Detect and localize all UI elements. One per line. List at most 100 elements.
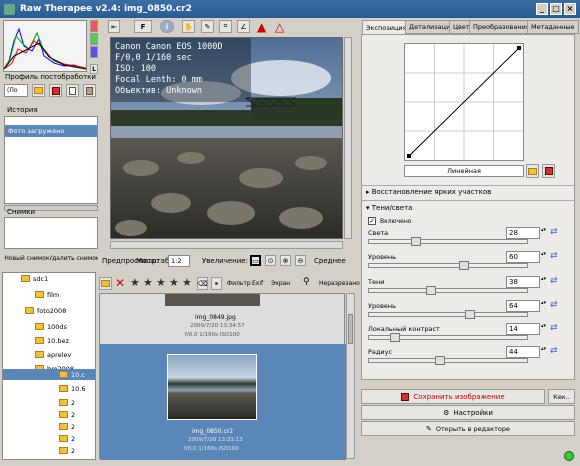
exif-filter-label[interactable]: Ехіf [252, 280, 263, 287]
adjustment-slider[interactable] [368, 261, 528, 270]
shadow-clipping-icon[interactable]: △ [275, 20, 284, 34]
tree-item[interactable]: 10.6 [59, 383, 85, 394]
adjustment-slider[interactable] [368, 310, 528, 319]
reset-icon[interactable]: ⇄ [550, 227, 558, 237]
maximize-button[interactable]: □ [550, 3, 562, 15]
history-item[interactable]: Фото загружено [5, 125, 97, 137]
tone-curve[interactable] [404, 43, 524, 161]
new-snapshot-button[interactable]: Новый снимок [4, 252, 50, 264]
tree-item[interactable]: foto2008 [25, 305, 66, 316]
tree-item[interactable]: 2 [59, 397, 75, 408]
reset-icon[interactable]: ⇄ [550, 276, 558, 286]
tree-item[interactable]: 100ds [35, 321, 67, 332]
undelete-label[interactable]: Неразрезано [319, 280, 360, 287]
snapshots-list[interactable] [4, 217, 98, 249]
star-filter-icon[interactable]: ★ [156, 276, 166, 289]
reset-icon[interactable]: ⇄ [550, 323, 558, 333]
thumbnail-scrollbar[interactable] [346, 293, 355, 459]
star-filter-icon[interactable]: ★ [169, 276, 179, 289]
profile-select[interactable]: (По [4, 84, 28, 97]
settings-button[interactable]: ⚙ Настройки [361, 405, 575, 420]
star-filter-icon[interactable]: ★ [130, 276, 140, 289]
adjustment-slider[interactable] [368, 286, 528, 295]
slider-value-input[interactable]: 14 [506, 323, 540, 335]
open-curve-button[interactable] [526, 164, 539, 178]
tab-transform[interactable]: Преобразования [469, 20, 534, 34]
histogram-green-toggle[interactable] [90, 33, 98, 45]
save-curve-button[interactable] [542, 164, 555, 178]
open-in-editor-button[interactable]: ✎ Открыть в редакторе [361, 421, 575, 436]
save-image-button[interactable]: Сохранить изображение [361, 389, 545, 404]
section-highlight-recovery[interactable]: ▸ Восстановление ярких участков [366, 188, 491, 196]
slider-value-input[interactable]: 28 [506, 227, 540, 239]
tree-item[interactable]: film [35, 289, 59, 300]
adjustment-slider[interactable] [368, 237, 528, 246]
slider-handle[interactable] [411, 237, 421, 246]
info-button[interactable]: i [160, 20, 174, 33]
histogram-blue-toggle[interactable] [90, 46, 98, 58]
white-balance-picker-icon[interactable]: ✎ [201, 20, 214, 33]
delete-icon[interactable]: ⌫ [197, 277, 208, 290]
queue-button[interactable]: Кек.. [548, 389, 575, 404]
full-toggle[interactable]: F [134, 20, 152, 33]
spin-arrows-icon[interactable]: ▴▾ [541, 227, 546, 233]
spin-arrows-icon[interactable]: ▴▾ [541, 276, 546, 282]
enabled-checkbox[interactable]: ✓ [368, 217, 376, 225]
paste-profile-button[interactable] [83, 84, 96, 97]
slider-handle[interactable] [435, 356, 445, 365]
spin-arrows-icon[interactable]: ▴▾ [541, 323, 546, 329]
spin-arrows-icon[interactable]: ▴▾ [541, 346, 546, 352]
history-list[interactable]: Фото загружено [4, 116, 98, 204]
zoom-100-icon[interactable]: ⊙ [265, 255, 276, 266]
hand-tool-icon[interactable]: ✋ [182, 20, 195, 33]
reset-icon[interactable]: ⇄ [550, 346, 558, 356]
slider-handle[interactable] [465, 310, 475, 319]
tree-item[interactable]: aprelev [35, 349, 71, 360]
thumbnail-selected[interactable]: ✓ img_0850.cr2 2009/7/20 13:33:13 f/0,0 … [100, 344, 346, 460]
copy-profile-button[interactable] [66, 84, 79, 97]
link-icon[interactable]: ⚭ [211, 277, 222, 290]
spin-arrows-icon[interactable]: ▴▾ [541, 300, 546, 306]
spin-arrows-icon[interactable]: ▴▾ [541, 251, 546, 257]
curve-type-select[interactable]: Линейная [404, 165, 524, 177]
left-panel-toggle[interactable]: ⇤ [108, 20, 120, 33]
histogram-red-toggle[interactable] [90, 20, 98, 32]
slider-value-input[interactable]: 38 [506, 276, 540, 288]
tree-item[interactable]: sdc1 [21, 273, 48, 284]
open-folder-button[interactable] [99, 277, 112, 290]
reset-icon[interactable]: ⇄ [550, 251, 558, 261]
slider-value-input[interactable]: 60 [506, 251, 540, 263]
tree-item[interactable]: 2 [59, 445, 75, 456]
crop-icon[interactable]: ⌗ [219, 20, 232, 33]
image-hscrollbar[interactable] [110, 241, 343, 249]
open-profile-button[interactable] [32, 84, 45, 97]
tree-item-selected[interactable]: 10.c [3, 369, 95, 380]
zoom-fit-icon[interactable]: ▭ [250, 255, 261, 266]
tab-exposure[interactable]: Экспозиция [362, 20, 411, 34]
tree-item[interactable]: 10.bez [35, 335, 69, 346]
adjustment-slider[interactable] [368, 356, 528, 365]
preview-image[interactable]: Canon Canon EOS 1000D F/0,0 1/160 sec IS… [110, 37, 343, 239]
search-icon[interactable]: ⚲ [303, 277, 310, 287]
star-filter-icon[interactable]: ★ [182, 276, 192, 289]
save-profile-button[interactable] [49, 84, 62, 97]
trash-filter-icon[interactable]: ✕ [115, 276, 125, 290]
adjustment-slider[interactable] [368, 333, 528, 342]
delete-snapshot-button[interactable]: Удалить снимок [50, 252, 98, 264]
thumbnail[interactable] [165, 294, 260, 306]
screen-filter-label[interactable]: Экран [271, 280, 290, 287]
reset-icon[interactable]: ⇄ [550, 300, 558, 310]
straighten-icon[interactable]: ∠ [237, 20, 250, 33]
zoom-out-icon[interactable]: ⊖ [295, 255, 306, 266]
minimize-button[interactable]: _ [536, 3, 548, 15]
star-filter-icon[interactable]: ★ [143, 276, 153, 289]
section-shadows-highlights[interactable]: ▾ Тени/света [366, 204, 412, 212]
slider-handle[interactable] [459, 261, 469, 270]
slider-value-input[interactable]: 64 [506, 300, 540, 312]
close-button[interactable]: × [564, 3, 576, 15]
slider-handle[interactable] [426, 286, 436, 295]
tree-item[interactable]: 2 [59, 421, 75, 432]
highlight-clipping-icon[interactable]: ▲ [257, 20, 266, 34]
slider-handle[interactable] [390, 333, 400, 342]
scale-select[interactable]: 1:2 [168, 255, 190, 267]
